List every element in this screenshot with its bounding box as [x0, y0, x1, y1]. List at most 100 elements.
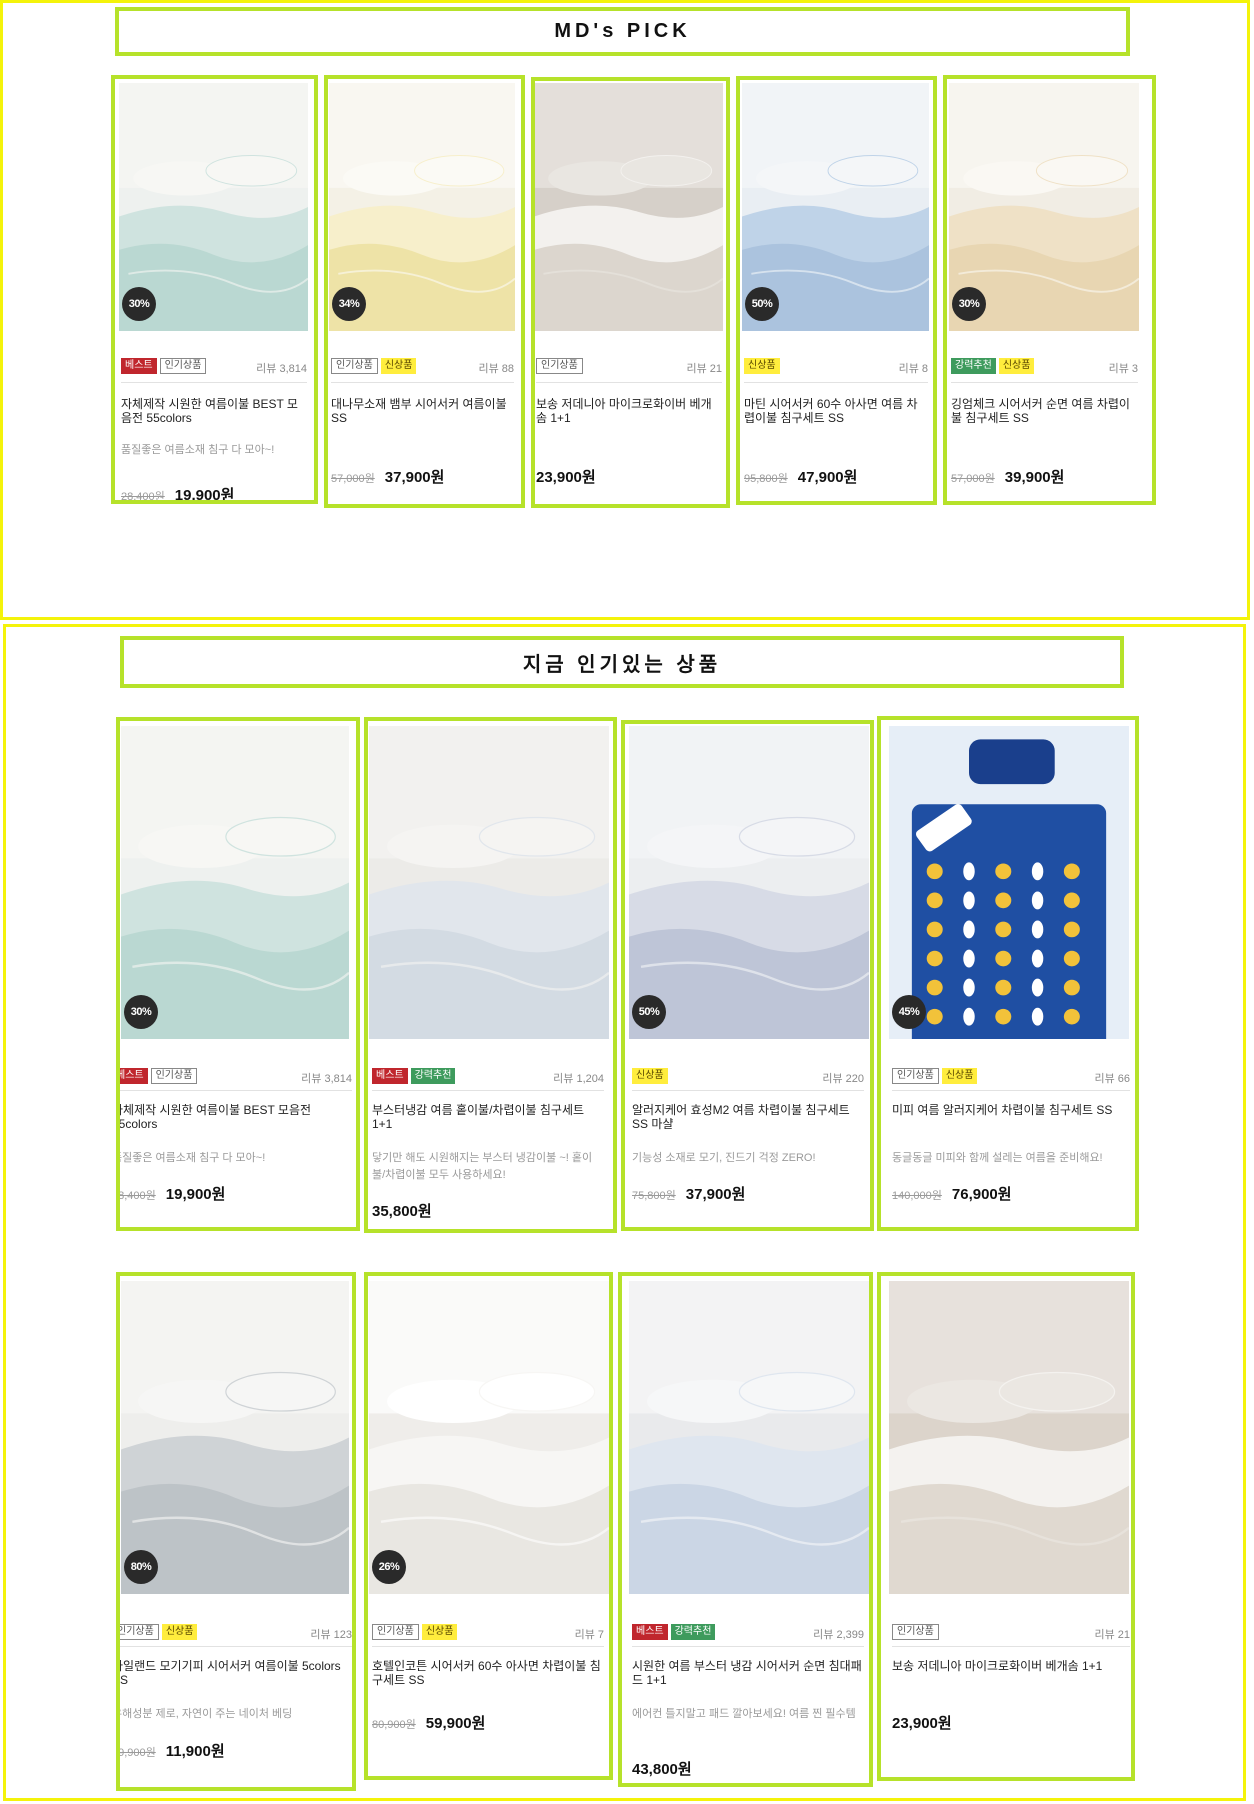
sale-price: 23,900원: [892, 1715, 952, 1732]
review-count[interactable]: 리뷰 3: [951, 360, 1138, 376]
popular-product-card[interactable]: 30% 베스트 인기상품 리뷰 3,814 자체제작 시원한 여름이불 BEST 모음전…: [116, 717, 360, 1231]
product-description: 동글동글 미피와 함께 설레는 여름을 준비해요!: [892, 1152, 1103, 1164]
md-pick-title: MD's PICK: [115, 7, 1130, 56]
review-count[interactable]: 리뷰 21: [892, 1626, 1130, 1642]
original-price: 75,800원: [632, 1190, 676, 1202]
product-image[interactable]: [629, 1281, 869, 1594]
popular-product-card[interactable]: 45% 인기상품 신상품 리뷰 66 미피 여름 알러지케어 차렵이불 침구세트 SS 동…: [877, 716, 1139, 1231]
review-count[interactable]: 리뷰 3,814: [121, 360, 307, 376]
product-name[interactable]: 미피 여름 알러지케어 차렵이불 침구세트 SS: [892, 1103, 1130, 1133]
sale-price: 37,900원: [685, 1186, 746, 1203]
sale-price: 19,900원: [165, 1186, 226, 1203]
product-name[interactable]: 깅엄체크 시어서커 순면 여름 차렵이불 침구세트 SS: [951, 397, 1138, 427]
original-price: 57,000원: [951, 473, 995, 485]
discount-badge: 30%: [124, 995, 158, 1029]
product-description: 유해성분 제로, 자연이 주는 네이처 베딩: [116, 1708, 293, 1720]
product-image[interactable]: [629, 726, 869, 1039]
product-description: 기능성 소재로 모기, 진드기 걱정 ZERO!: [632, 1152, 816, 1164]
popular-product-card[interactable]: 26% 인기상품 신상품 리뷰 7 호텔인코튼 시어서커 60수 아사면 차렵이불 침구…: [364, 1272, 613, 1780]
product-name[interactable]: 자체제작 시원한 여름이불 BEST 모음전 55colors: [121, 397, 307, 427]
divider: [372, 1090, 604, 1091]
review-count[interactable]: 리뷰 1,204: [372, 1070, 604, 1086]
product-description: 품질좋은 여름소재 침구 다 모아~!: [116, 1152, 266, 1164]
product-image[interactable]: [369, 1281, 609, 1594]
review-count[interactable]: 리뷰 3,814: [120, 1070, 352, 1086]
review-count[interactable]: 리뷰 220: [632, 1070, 864, 1086]
divider: [892, 1090, 1130, 1091]
divider: [632, 1646, 864, 1647]
product-name[interactable]: 알러지케어 효성M2 여름 차렵이불 침구세트 SS 마샬: [632, 1103, 864, 1133]
discount-badge: 30%: [122, 287, 156, 321]
product-name[interactable]: 자체제작 시원한 여름이불 BEST 모음전 55colors: [120, 1103, 352, 1133]
sale-price: 35,800원: [372, 1203, 432, 1220]
price-row: 80,900원 59,900원: [372, 1712, 485, 1733]
review-count[interactable]: 리뷰 2,399: [632, 1626, 864, 1642]
popular-product-card[interactable]: 베스트 강력추천 리뷰 1,204 부스터냉감 여름 홑이불/차렵이불 침구세트 1+…: [364, 717, 617, 1233]
sale-price: 43,800원: [632, 1761, 692, 1778]
popular-product-card[interactable]: 80% 인기상품 신상품 리뷰 123 아일랜드 모기기피 시어서커 여름이불 5col…: [116, 1272, 356, 1791]
md-pick-product-card[interactable]: 30% 강력추천 신상품 리뷰 3 깅엄체크 시어서커 순면 여름 차렵이불 침구세트 …: [943, 75, 1156, 505]
product-image[interactable]: [889, 1281, 1129, 1594]
sale-price: 19,900원: [174, 487, 235, 504]
price-row: 95,800원 47,900원: [744, 466, 857, 487]
divider: [744, 382, 928, 383]
page: MD's PICK 지금 인기있는 상품 30% 베스트 인기상품 리뷰 3,814 자…: [0, 0, 1254, 1804]
product-name[interactable]: 마틴 시어서커 60수 아사면 여름 차렵이불 침구세트 SS: [744, 397, 928, 427]
discount-badge: 30%: [952, 287, 986, 321]
product-image[interactable]: [535, 83, 723, 331]
product-name[interactable]: 시원한 여름 부스터 냉감 시어서커 순면 침대패드 1+1: [632, 1659, 864, 1689]
sale-price: 23,900원: [536, 469, 596, 486]
price-row: 57,000원 37,900원: [331, 466, 444, 487]
sale-price: 11,900원: [165, 1743, 225, 1760]
review-count[interactable]: 리뷰 66: [892, 1070, 1130, 1086]
price-row: 43,800원: [632, 1758, 692, 1779]
original-price: 57,000원: [331, 473, 375, 485]
original-price: 80,900원: [372, 1719, 416, 1731]
price-row: 28,400원 19,900원: [116, 1183, 226, 1204]
discount-badge: 80%: [124, 1550, 158, 1584]
divider: [536, 382, 722, 383]
divider: [372, 1646, 604, 1647]
product-name[interactable]: 보송 저데니아 마이크로화이버 베개솜 1+1: [536, 397, 722, 427]
review-count[interactable]: 리뷰 21: [536, 360, 722, 376]
divider: [951, 382, 1138, 383]
discount-badge: 50%: [745, 287, 779, 321]
md-pick-product-card[interactable]: 34% 인기상품 신상품 리뷰 88 대나무소재 뱀부 시어서커 여름이불 SS 57,0…: [324, 75, 525, 508]
sale-price: 76,900원: [951, 1186, 1012, 1203]
md-pick-product-card[interactable]: 30% 베스트 인기상품 리뷰 3,814 자체제작 시원한 여름이불 BEST 모음전…: [111, 75, 318, 504]
popular-product-card[interactable]: 베스트 강력추천 리뷰 2,399 시원한 여름 부스터 냉감 시어서커 순면 침대패…: [618, 1272, 873, 1787]
price-row: 35,800원: [372, 1200, 432, 1221]
popular-product-card[interactable]: 인기상품 리뷰 21 보송 저데니아 마이크로화이버 베개솜 1+1 23,900원: [877, 1272, 1135, 1781]
product-name[interactable]: 부스터냉감 여름 홑이불/차렵이불 침구세트 1+1: [372, 1103, 604, 1133]
sale-price: 59,900원: [425, 1715, 486, 1732]
product-image[interactable]: [369, 726, 609, 1039]
price-row: 59,900원 11,900원: [116, 1740, 225, 1761]
original-price: 28,400원: [121, 491, 165, 503]
divider: [892, 1646, 1130, 1647]
md-pick-product-card[interactable]: 50% 신상품 리뷰 8 마틴 시어서커 60수 아사면 여름 차렵이불 침구세트 S…: [736, 76, 937, 505]
original-price: 28,400원: [116, 1190, 156, 1202]
product-name[interactable]: 보송 저데니아 마이크로화이버 베개솜 1+1: [892, 1659, 1130, 1689]
product-image[interactable]: [121, 726, 349, 1039]
discount-badge: 26%: [372, 1550, 406, 1584]
popular-product-card[interactable]: 50% 신상품 리뷰 220 알러지케어 효성M2 여름 차렵이불 침구세트 SS 마…: [621, 720, 874, 1231]
sale-price: 37,900원: [384, 469, 445, 486]
discount-badge: 45%: [892, 995, 926, 1029]
price-row: 23,900원: [892, 1712, 952, 1733]
review-count[interactable]: 리뷰 7: [372, 1626, 604, 1642]
price-row: 57,000원 39,900원: [951, 466, 1064, 487]
product-name[interactable]: 아일랜드 모기기피 시어서커 여름이불 5colors SS: [120, 1659, 352, 1689]
popular-title: 지금 인기있는 상품: [120, 636, 1124, 688]
sale-price: 47,900원: [797, 469, 858, 486]
product-name[interactable]: 대나무소재 뱀부 시어서커 여름이불 SS: [331, 397, 514, 427]
review-count[interactable]: 리뷰 8: [744, 360, 928, 376]
price-row: 23,900원: [536, 466, 596, 487]
original-price: 59,900원: [116, 1747, 156, 1759]
review-count[interactable]: 리뷰 88: [331, 360, 514, 376]
product-image[interactable]: [121, 1281, 349, 1594]
md-pick-product-card[interactable]: 인기상품 리뷰 21 보송 저데니아 마이크로화이버 베개솜 1+1 23,900원: [531, 77, 730, 508]
review-count[interactable]: 리뷰 123: [120, 1626, 352, 1642]
product-name[interactable]: 호텔인코튼 시어서커 60수 아사면 차렵이불 침구세트 SS: [372, 1659, 604, 1689]
product-image[interactable]: [889, 726, 1129, 1039]
divider: [632, 1090, 864, 1091]
